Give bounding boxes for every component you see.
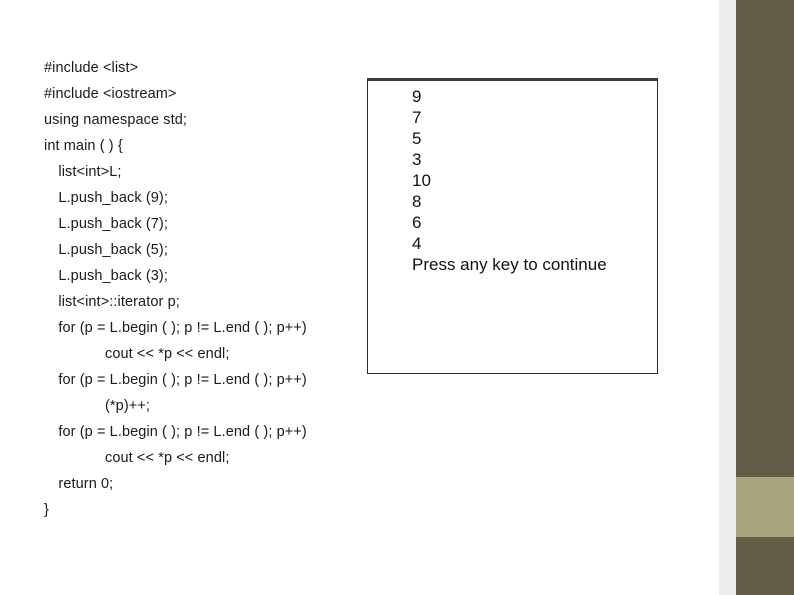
console-line: 5: [412, 129, 422, 148]
code-line: for (p = L.begin ( ); p != L.end ( ); p+…: [46, 320, 307, 336]
code-line: for (p = L.begin ( ); p != L.end ( ); p+…: [46, 372, 307, 388]
code-line: using namespace std;: [44, 112, 188, 128]
code-line: (*p)++;: [105, 398, 151, 414]
code-line: L.push_back (5);: [46, 242, 168, 258]
code-line: #include <iostream>: [44, 86, 177, 102]
code-line: L.push_back (7);: [46, 216, 168, 232]
code-line: L.push_back (9);: [46, 190, 168, 206]
code-line: cout << *p << endl;: [105, 346, 230, 362]
code-line: #include <list>: [44, 60, 139, 76]
decorative-bar-top: [736, 0, 794, 477]
code-line: for (p = L.begin ( ); p != L.end ( ); p+…: [46, 424, 307, 440]
console-prompt-line: Press any key to continue: [412, 255, 607, 274]
decorative-bar-accent: [736, 477, 794, 537]
code-line: }: [44, 502, 49, 518]
decorative-bar-bottom: [736, 537, 794, 595]
code-line: list<int>L;: [46, 164, 122, 180]
edge-gutter: [719, 0, 736, 595]
code-listing: #include <list> #include <iostream> usin…: [44, 55, 364, 523]
code-line: int main ( ) {: [44, 138, 123, 154]
console-line: 7: [412, 108, 422, 127]
code-line: L.push_back (3);: [46, 268, 168, 284]
console-line: 9: [412, 87, 422, 106]
console-output-window: 9 7 5 3 10 8 6 4 Press any key to contin…: [367, 78, 658, 374]
console-line: 4: [412, 234, 422, 253]
console-line: 10: [412, 171, 431, 190]
console-line: 3: [412, 150, 422, 169]
console-output-text: 9 7 5 3 10 8 6 4 Press any key to contin…: [412, 86, 652, 275]
console-line: 8: [412, 192, 422, 211]
code-line: list<int>::iterator p;: [46, 294, 180, 310]
slide-canvas: #include <list> #include <iostream> usin…: [0, 0, 794, 595]
code-line: return 0;: [46, 476, 114, 492]
console-line: 6: [412, 213, 422, 232]
code-line: cout << *p << endl;: [105, 450, 230, 466]
